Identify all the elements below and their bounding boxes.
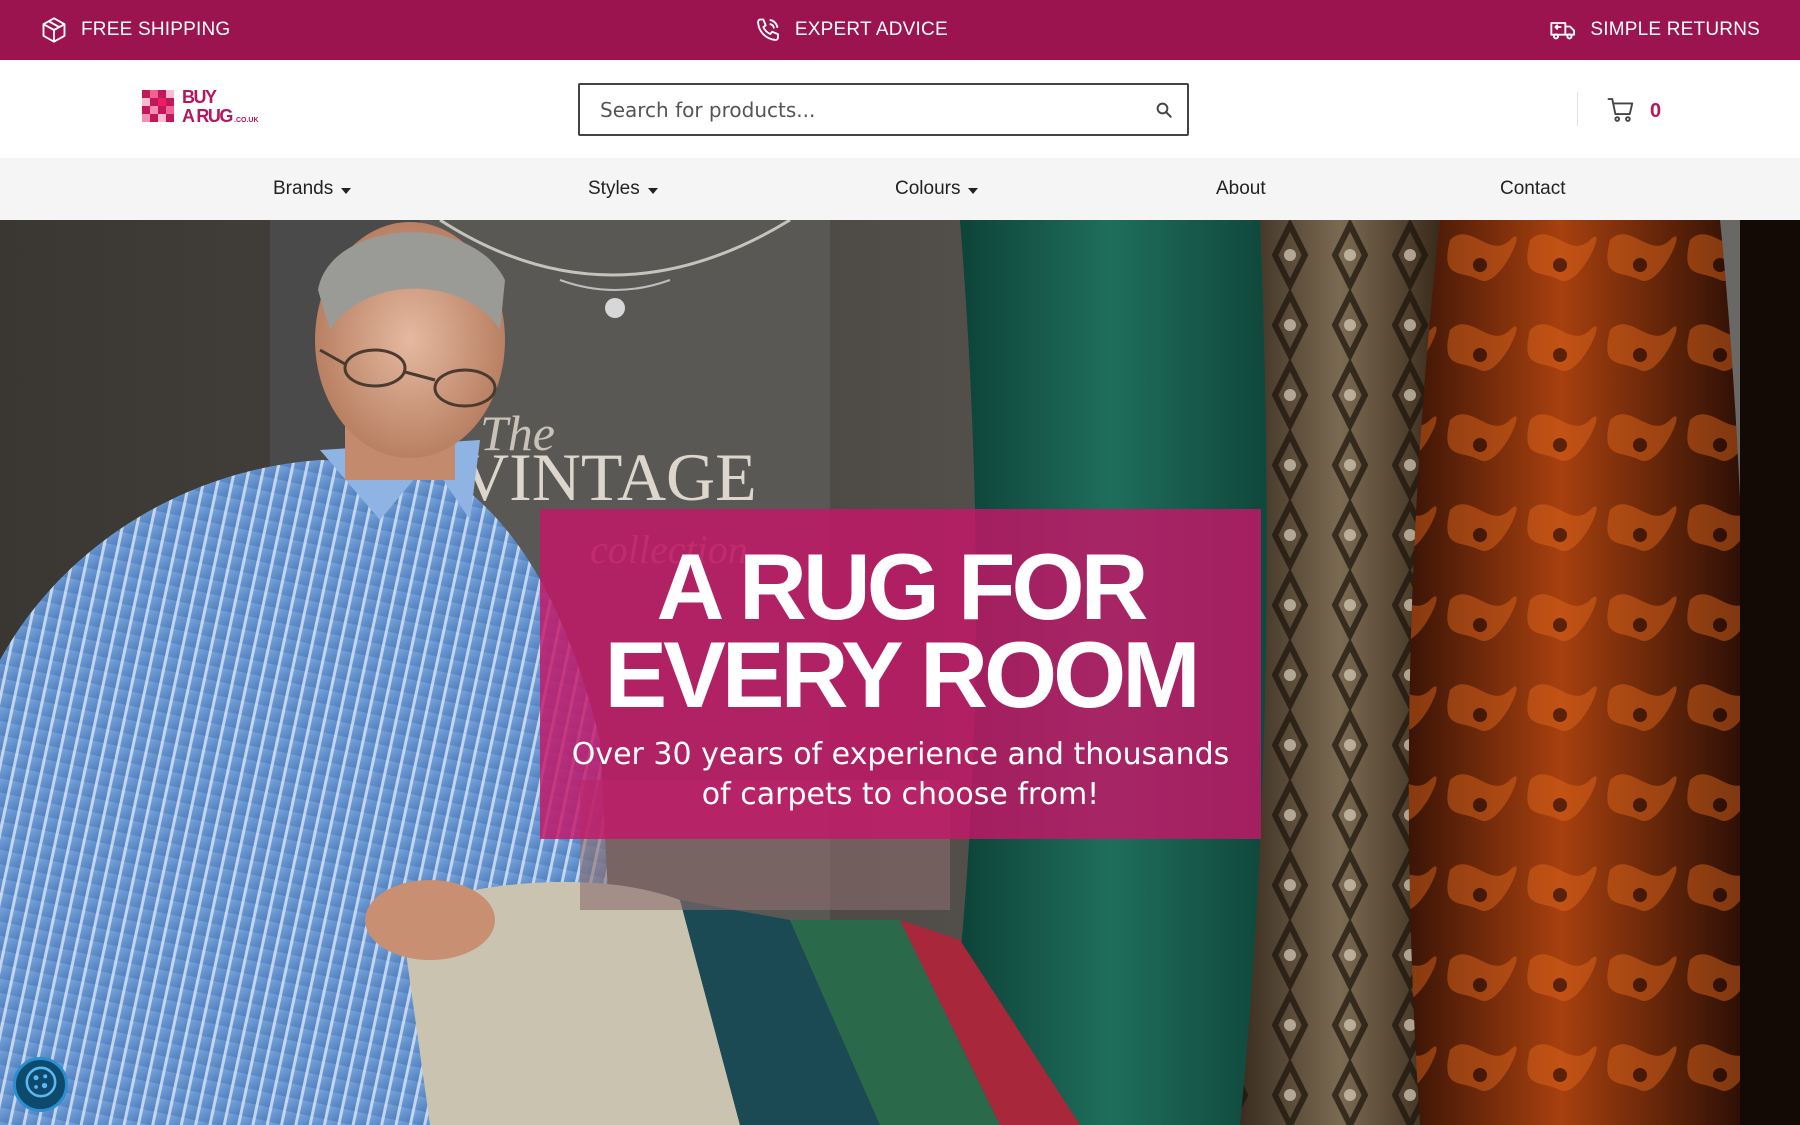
- nav-item-styles[interactable]: Styles: [588, 158, 658, 220]
- hero-title-line: A RUG FOR: [656, 534, 1149, 639]
- nav-item-about[interactable]: About: [1216, 158, 1266, 220]
- caret-down-icon: [341, 188, 352, 194]
- truck-return-icon: [1549, 16, 1577, 44]
- search-input[interactable]: [580, 85, 1141, 134]
- nav-item-contact[interactable]: Contact: [1500, 158, 1565, 220]
- caret-down-icon: [968, 188, 979, 194]
- promo-bar: FREE SHIPPING EXPERT ADVICE SIMPLE RETUR…: [0, 0, 1800, 60]
- svg-text:BUY: BUY: [182, 87, 217, 107]
- promo-simple-returns: SIMPLE RETURNS: [1549, 16, 1760, 44]
- cart-divider: [1577, 92, 1578, 126]
- nav-item-label: Contact: [1500, 178, 1566, 199]
- nav-item-colours[interactable]: Colours: [895, 158, 979, 220]
- hero-subtitle: Over 30 years of experience and thousand…: [571, 737, 1230, 812]
- phone-icon: [754, 16, 782, 44]
- site-logo[interactable]: BUY A RUG .CO.UK: [140, 84, 260, 132]
- svg-text:.CO.UK: .CO.UK: [234, 117, 259, 124]
- site-header: BUY A RUG .CO.UK 0: [0, 60, 1800, 158]
- hero-text-box: A RUG FOR EVERY ROOM Over 30 years of ex…: [540, 509, 1261, 839]
- cart-count: 0: [1650, 100, 1662, 122]
- main-nav: Brands Styles Colours About Contact: [0, 158, 1800, 220]
- box-icon: [40, 16, 68, 44]
- promo-label: FREE SHIPPING: [81, 19, 231, 40]
- cookie-settings-button[interactable]: [13, 1057, 68, 1112]
- nav-item-brands[interactable]: Brands: [273, 158, 352, 220]
- svg-text:VINTAGE: VINTAGE: [460, 439, 757, 515]
- nav-item-label: Brands: [273, 178, 334, 199]
- cart-button[interactable]: 0: [1606, 94, 1661, 129]
- hero-title-line: EVERY ROOM: [604, 622, 1200, 727]
- cart-icon: [1606, 94, 1636, 129]
- search-icon[interactable]: [1141, 85, 1187, 134]
- nav-item-label: Colours: [895, 178, 961, 199]
- logo-checker-icon: [142, 90, 174, 122]
- caret-down-icon: [647, 188, 658, 194]
- hero-title: A RUG FOR EVERY ROOM: [604, 534, 1200, 727]
- hero-banner: The VINTAGE collection: [0, 220, 1800, 1125]
- nav-item-label: About: [1216, 178, 1266, 199]
- promo-free-shipping: FREE SHIPPING: [40, 16, 230, 44]
- search-box: [578, 83, 1189, 136]
- svg-text:A RUG: A RUG: [182, 106, 232, 126]
- nav-item-label: Styles: [588, 178, 640, 199]
- promo-label: SIMPLE RETURNS: [1590, 19, 1760, 40]
- promo-expert-advice: EXPERT ADVICE: [754, 16, 948, 44]
- cookie-icon: [24, 1065, 58, 1104]
- promo-label: EXPERT ADVICE: [794, 19, 948, 40]
